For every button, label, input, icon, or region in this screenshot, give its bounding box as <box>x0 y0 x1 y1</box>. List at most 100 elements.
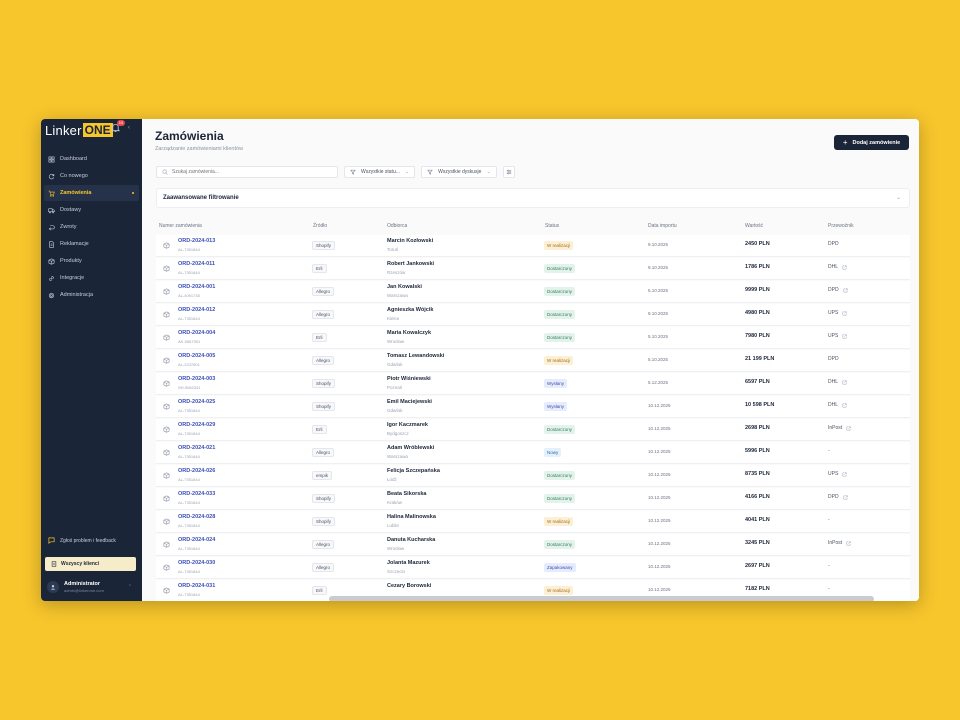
order-external-id: AK-5567091 <box>178 339 201 344</box>
user-menu[interactable]: Administrator admin@linkerone.com ⌃ <box>47 578 138 596</box>
external-link-icon[interactable] <box>846 540 851 546</box>
advanced-filter-panel[interactable]: Zaawansowane filtrowanie ⌄ <box>156 188 910 208</box>
import-date: 9.10.2025 <box>648 311 669 316</box>
order-number-link[interactable]: ORD-2024-001 <box>178 284 215 290</box>
sidebar-item-reklamacje[interactable]: Reklamacje <box>44 236 139 252</box>
carrier-cell: DHL <box>828 264 847 270</box>
status-badge: Dostarczony <box>544 333 576 342</box>
external-link-icon[interactable] <box>843 287 848 293</box>
order-number-link[interactable]: ORD-2024-028 <box>178 514 215 520</box>
column-carrier[interactable]: Przewoźnik <box>828 223 854 229</box>
external-link-icon[interactable] <box>842 310 847 316</box>
order-icon <box>163 403 170 410</box>
column-value[interactable]: Wartość <box>745 223 763 229</box>
sidebar-item-co-nowego[interactable]: Co nowego <box>44 168 139 184</box>
order-icon <box>163 518 170 525</box>
table-row[interactable]: ORD-2024-029 AL-7351844 Erli Igor Kaczmarek… <box>156 419 910 441</box>
table-row[interactable]: ORD-2024-005 AL-2247601 Allegro Tomasz Lewa… <box>156 350 910 372</box>
table-row[interactable]: ORD-2024-024 AL-7351844 Allegro Danuta Kuch… <box>156 534 910 556</box>
external-link-icon[interactable] <box>843 494 848 500</box>
sidebar-item-administracja[interactable]: Administracja <box>44 287 139 303</box>
carrier-name: - <box>828 517 830 523</box>
import-date: 5.10.2025 <box>648 357 669 362</box>
table-row[interactable]: ORD-2024-021 AL-7351844 Allegro Adam Wróble… <box>156 442 910 464</box>
external-link-icon[interactable] <box>842 264 847 270</box>
column-source[interactable]: Źródło <box>313 223 327 229</box>
order-number-link[interactable]: ORD-2024-003 <box>178 376 215 382</box>
column-status[interactable]: Status <box>545 223 559 229</box>
import-date: 10.12.2025 <box>648 518 671 523</box>
table-row[interactable]: ORD-2024-030 AL-7351844 Allegro Jolanta Maz… <box>156 557 910 579</box>
order-external-id: AL-7351844 <box>178 477 200 482</box>
source-badge: Erli <box>312 586 327 595</box>
sidebar-nav: Dashboard Co nowego Zamówienia Dostawy Zwrot… <box>44 151 139 304</box>
order-number-link[interactable]: ORD-2024-024 <box>178 537 215 543</box>
gear-icon <box>48 292 55 298</box>
clients-selector[interactable]: Wszyscy klienci <box>45 557 136 571</box>
order-icon <box>163 288 170 295</box>
recipient-city: Kraków <box>387 500 403 505</box>
sidebar-item-produkty[interactable]: Produkty <box>44 253 139 269</box>
search-box[interactable] <box>156 166 338 178</box>
add-order-button[interactable]: + Dodaj zamówienie <box>834 135 909 150</box>
table-row[interactable]: ORD-2024-011 AL-7351844 Erli Robert Jankows… <box>156 258 910 280</box>
horizontal-scrollbar[interactable] <box>329 596 874 601</box>
order-number-link[interactable]: ORD-2024-004 <box>178 330 215 336</box>
import-date: 10.12.2025 <box>648 403 671 408</box>
feedback-link[interactable]: Zgłoś problem i feedback <box>48 537 116 544</box>
order-value: 1786 PLN <box>745 264 770 270</box>
order-icon <box>163 472 170 479</box>
order-number-link[interactable]: ORD-2024-033 <box>178 491 215 497</box>
status-badge: Dostarczony <box>544 310 576 319</box>
table-row[interactable]: ORD-2024-026 AL-7351844 empik Felicja Szcze… <box>156 465 910 487</box>
order-number-link[interactable]: ORD-2024-030 <box>178 560 215 566</box>
sidebar-item-dashboard[interactable]: Dashboard <box>44 151 139 167</box>
table-row[interactable]: ORD-2024-012 AL-7351844 Allegro Agnieszka W… <box>156 304 910 326</box>
order-number-link[interactable]: ORD-2024-005 <box>178 353 215 359</box>
recipient-name: Jolanta Mazurek <box>387 560 430 566</box>
table-row[interactable]: ORD-2024-028 AL-7351844 Shopify Halina Mali… <box>156 511 910 533</box>
external-link-icon[interactable] <box>842 471 847 477</box>
sidebar: Linker ONE 10 ‹ Dashboard Co nowego Zamówi… <box>41 119 142 601</box>
source-badge: Allegro <box>312 356 335 365</box>
column-recipient[interactable]: Odbiorca <box>387 223 407 229</box>
collapse-sidebar-icon[interactable]: ‹ <box>128 125 130 131</box>
chevron-down-icon: ⌄ <box>895 195 901 201</box>
order-number-link[interactable]: ORD-2024-025 <box>178 399 215 405</box>
table-row[interactable]: ORD-2024-001 AL-4091735 Allegro Jan Kowalsk… <box>156 281 910 303</box>
order-number-link[interactable]: ORD-2024-013 <box>178 238 215 244</box>
order-number-link[interactable]: ORD-2024-031 <box>178 583 215 589</box>
recipient-name: Halina Malinowska <box>387 514 436 520</box>
order-number-link[interactable]: ORD-2024-021 <box>178 445 215 451</box>
discussion-filter[interactable]: Wszystkie dyskusje ⌄ <box>421 166 497 178</box>
external-link-icon[interactable] <box>842 333 847 339</box>
search-input[interactable] <box>172 169 332 175</box>
import-date: 10.12.2025 <box>648 495 671 500</box>
sidebar-item-zamówienia[interactable]: Zamówienia <box>44 185 139 201</box>
column-date[interactable]: Data importu <box>648 223 677 229</box>
filter-icon <box>350 169 356 175</box>
table-row[interactable]: ORD-2024-004 AK-5567091 Erli Maria Kowalczy… <box>156 327 910 349</box>
table-row[interactable]: ORD-2024-033 AL-7351844 Shopify Beata Sikor… <box>156 488 910 510</box>
sidebar-item-integracje[interactable]: Integracje <box>44 270 139 286</box>
order-external-id: AL-7351844 <box>178 523 200 528</box>
status-filter[interactable]: Wszystkie statu... ⌄ <box>344 166 416 178</box>
external-link-icon[interactable] <box>842 379 847 385</box>
table-row[interactable]: ORD-2024-003 SH-9082341 Shopify Piotr Wiśni… <box>156 373 910 395</box>
table-row[interactable]: ORD-2024-025 AL-7351844 Shopify Emil Maciej… <box>156 396 910 418</box>
sidebar-item-zwroty[interactable]: Zwroty <box>44 219 139 235</box>
order-number-link[interactable]: ORD-2024-029 <box>178 422 215 428</box>
column-number[interactable]: Numer zamówienia <box>159 223 202 229</box>
order-number-link[interactable]: ORD-2024-026 <box>178 468 215 474</box>
order-number-link[interactable]: ORD-2024-011 <box>178 261 215 267</box>
brand-logo[interactable]: Linker ONE <box>45 123 113 138</box>
columns-settings-button[interactable] <box>502 166 515 178</box>
search-icon <box>162 169 168 175</box>
external-link-icon[interactable] <box>846 425 851 431</box>
external-link-icon[interactable] <box>842 402 847 408</box>
order-number-link[interactable]: ORD-2024-012 <box>178 307 215 313</box>
sidebar-item-dostawy[interactable]: Dostawy <box>44 202 139 218</box>
recipient-name: Igor Kaczmarek <box>387 422 428 428</box>
table-row[interactable]: ORD-2024-013 AL-7351844 Shopify Marcin Kozł… <box>156 235 910 257</box>
import-date: 10.12.2025 <box>648 426 671 431</box>
